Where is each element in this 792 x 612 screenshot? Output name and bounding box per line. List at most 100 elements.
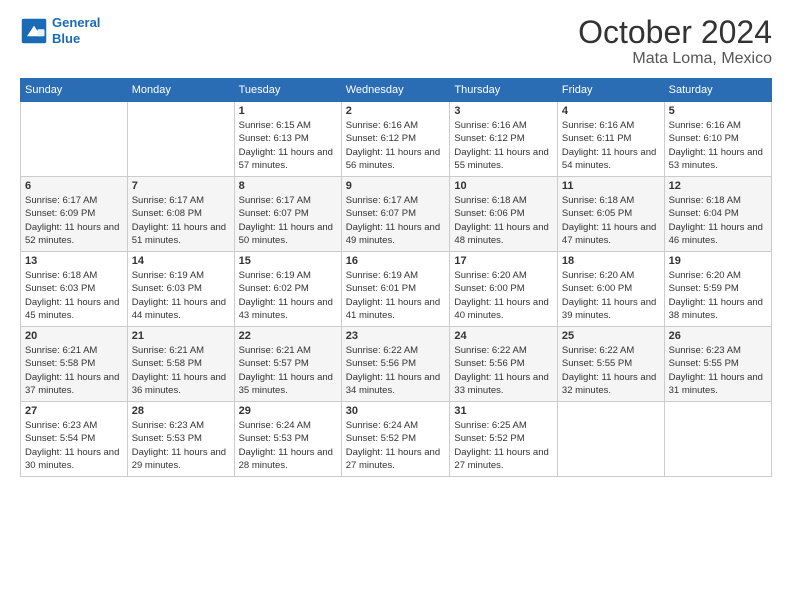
day-number: 15 bbox=[239, 255, 337, 267]
day-number: 3 bbox=[454, 105, 553, 117]
calendar-week-row: 20Sunrise: 6:21 AM Sunset: 5:58 PM Dayli… bbox=[21, 327, 772, 402]
calendar-cell: 6Sunrise: 6:17 AM Sunset: 6:09 PM Daylig… bbox=[21, 177, 128, 252]
day-number: 24 bbox=[454, 330, 553, 342]
day-info: Sunrise: 6:17 AM Sunset: 6:07 PM Dayligh… bbox=[239, 194, 337, 247]
logo-line1: General bbox=[52, 15, 100, 30]
logo-line2: Blue bbox=[52, 31, 80, 46]
calendar-cell: 23Sunrise: 6:22 AM Sunset: 5:56 PM Dayli… bbox=[341, 327, 450, 402]
calendar-cell: 3 Sunrise: 6:16 AM Sunset: 6:12 PM Daylig… bbox=[450, 102, 558, 177]
day-number: 17 bbox=[454, 255, 553, 267]
day-info: Sunrise: 6:24 AM Sunset: 5:53 PM Dayligh… bbox=[239, 419, 337, 472]
calendar-day-header: Sunday bbox=[21, 79, 128, 102]
day-info: Sunrise: 6:21 AM Sunset: 5:58 PM Dayligh… bbox=[25, 344, 123, 397]
calendar-cell bbox=[127, 102, 234, 177]
calendar-cell: 28 Sunrise: 6:23 AM Sunset: 5:53 PM Dayli… bbox=[127, 402, 234, 477]
day-number: 11 bbox=[562, 180, 660, 192]
title-block: October 2024 Mata Loma, Mexico bbox=[578, 15, 772, 68]
day-number: 30 bbox=[346, 405, 446, 417]
calendar-cell: 13Sunrise: 6:18 AM Sunset: 6:03 PM Dayli… bbox=[21, 252, 128, 327]
day-number: 19 bbox=[669, 255, 767, 267]
day-number: 29 bbox=[239, 405, 337, 417]
day-info: Sunrise: 6:16 AM Sunset: 6:12 PM Dayligh… bbox=[346, 119, 446, 172]
calendar-week-row: 1 Sunrise: 6:15 AM Sunset: 6:13 PM Daylig… bbox=[21, 102, 772, 177]
day-number: 13 bbox=[25, 255, 123, 267]
calendar-day-header: Tuesday bbox=[234, 79, 341, 102]
day-number: 4 bbox=[562, 105, 660, 117]
day-info: Sunrise: 6:20 AM Sunset: 6:00 PM Dayligh… bbox=[454, 269, 553, 322]
day-number: 21 bbox=[132, 330, 230, 342]
day-info: Sunrise: 6:23 AM Sunset: 5:54 PM Dayligh… bbox=[25, 419, 123, 472]
calendar-cell bbox=[21, 102, 128, 177]
logo-icon bbox=[20, 17, 48, 45]
calendar-cell bbox=[557, 402, 664, 477]
calendar-cell: 14 Sunrise: 6:19 AM Sunset: 6:03 PM Dayli… bbox=[127, 252, 234, 327]
day-number: 7 bbox=[132, 180, 230, 192]
day-info: Sunrise: 6:21 AM Sunset: 5:57 PM Dayligh… bbox=[239, 344, 337, 397]
calendar-cell: 7Sunrise: 6:17 AM Sunset: 6:08 PM Daylig… bbox=[127, 177, 234, 252]
main-title: October 2024 bbox=[578, 15, 772, 50]
calendar: SundayMondayTuesdayWednesdayThursdayFrid… bbox=[20, 78, 772, 477]
day-info: Sunrise: 6:22 AM Sunset: 5:55 PM Dayligh… bbox=[562, 344, 660, 397]
calendar-day-header: Wednesday bbox=[341, 79, 450, 102]
calendar-week-row: 27 Sunrise: 6:23 AM Sunset: 5:54 PM Dayli… bbox=[21, 402, 772, 477]
day-info: Sunrise: 6:22 AM Sunset: 5:56 PM Dayligh… bbox=[346, 344, 446, 397]
calendar-week-row: 6Sunrise: 6:17 AM Sunset: 6:09 PM Daylig… bbox=[21, 177, 772, 252]
calendar-day-header: Thursday bbox=[450, 79, 558, 102]
day-number: 26 bbox=[669, 330, 767, 342]
calendar-cell: 19 Sunrise: 6:20 AM Sunset: 5:59 PM Dayli… bbox=[664, 252, 771, 327]
calendar-cell: 22 Sunrise: 6:21 AM Sunset: 5:57 PM Dayli… bbox=[234, 327, 341, 402]
day-info: Sunrise: 6:18 AM Sunset: 6:05 PM Dayligh… bbox=[562, 194, 660, 247]
day-info: Sunrise: 6:18 AM Sunset: 6:06 PM Dayligh… bbox=[454, 194, 553, 247]
day-info: Sunrise: 6:16 AM Sunset: 6:12 PM Dayligh… bbox=[454, 119, 553, 172]
calendar-header: SundayMondayTuesdayWednesdayThursdayFrid… bbox=[21, 79, 772, 102]
calendar-day-header: Friday bbox=[557, 79, 664, 102]
calendar-cell: 16Sunrise: 6:19 AM Sunset: 6:01 PM Dayli… bbox=[341, 252, 450, 327]
day-number: 5 bbox=[669, 105, 767, 117]
day-number: 9 bbox=[346, 180, 446, 192]
calendar-cell bbox=[664, 402, 771, 477]
calendar-cell: 29 Sunrise: 6:24 AM Sunset: 5:53 PM Dayli… bbox=[234, 402, 341, 477]
day-info: Sunrise: 6:24 AM Sunset: 5:52 PM Dayligh… bbox=[346, 419, 446, 472]
calendar-cell: 30 Sunrise: 6:24 AM Sunset: 5:52 PM Dayli… bbox=[341, 402, 450, 477]
day-number: 27 bbox=[25, 405, 123, 417]
calendar-cell: 9 Sunrise: 6:17 AM Sunset: 6:07 PM Daylig… bbox=[341, 177, 450, 252]
calendar-cell: 12Sunrise: 6:18 AM Sunset: 6:04 PM Dayli… bbox=[664, 177, 771, 252]
calendar-cell: 15 Sunrise: 6:19 AM Sunset: 6:02 PM Dayli… bbox=[234, 252, 341, 327]
calendar-week-row: 13Sunrise: 6:18 AM Sunset: 6:03 PM Dayli… bbox=[21, 252, 772, 327]
day-info: Sunrise: 6:19 AM Sunset: 6:02 PM Dayligh… bbox=[239, 269, 337, 322]
day-info: Sunrise: 6:15 AM Sunset: 6:13 PM Dayligh… bbox=[239, 119, 337, 172]
day-info: Sunrise: 6:17 AM Sunset: 6:09 PM Dayligh… bbox=[25, 194, 123, 247]
calendar-cell: 25Sunrise: 6:22 AM Sunset: 5:55 PM Dayli… bbox=[557, 327, 664, 402]
calendar-cell: 20Sunrise: 6:21 AM Sunset: 5:58 PM Dayli… bbox=[21, 327, 128, 402]
day-number: 10 bbox=[454, 180, 553, 192]
calendar-day-header: Monday bbox=[127, 79, 234, 102]
day-number: 31 bbox=[454, 405, 553, 417]
calendar-day-header: Saturday bbox=[664, 79, 771, 102]
calendar-cell: 21 Sunrise: 6:21 AM Sunset: 5:58 PM Dayli… bbox=[127, 327, 234, 402]
calendar-cell: 11 Sunrise: 6:18 AM Sunset: 6:05 PM Dayli… bbox=[557, 177, 664, 252]
day-number: 12 bbox=[669, 180, 767, 192]
day-info: Sunrise: 6:25 AM Sunset: 5:52 PM Dayligh… bbox=[454, 419, 553, 472]
day-number: 14 bbox=[132, 255, 230, 267]
day-info: Sunrise: 6:21 AM Sunset: 5:58 PM Dayligh… bbox=[132, 344, 230, 397]
day-info: Sunrise: 6:23 AM Sunset: 5:53 PM Dayligh… bbox=[132, 419, 230, 472]
calendar-cell: 31 Sunrise: 6:25 AM Sunset: 5:52 PM Dayli… bbox=[450, 402, 558, 477]
logo-text: General Blue bbox=[52, 15, 100, 46]
day-info: Sunrise: 6:19 AM Sunset: 6:01 PM Dayligh… bbox=[346, 269, 446, 322]
calendar-cell: 2Sunrise: 6:16 AM Sunset: 6:12 PM Daylig… bbox=[341, 102, 450, 177]
day-number: 22 bbox=[239, 330, 337, 342]
day-number: 1 bbox=[239, 105, 337, 117]
calendar-cell: 4Sunrise: 6:16 AM Sunset: 6:11 PM Daylig… bbox=[557, 102, 664, 177]
day-info: Sunrise: 6:20 AM Sunset: 5:59 PM Dayligh… bbox=[669, 269, 767, 322]
logo: General Blue bbox=[20, 15, 100, 46]
day-info: Sunrise: 6:17 AM Sunset: 6:07 PM Dayligh… bbox=[346, 194, 446, 247]
calendar-cell: 1 Sunrise: 6:15 AM Sunset: 6:13 PM Daylig… bbox=[234, 102, 341, 177]
calendar-cell: 10 Sunrise: 6:18 AM Sunset: 6:06 PM Dayli… bbox=[450, 177, 558, 252]
page: General Blue October 2024 Mata Loma, Mex… bbox=[0, 0, 792, 612]
calendar-cell: 17 Sunrise: 6:20 AM Sunset: 6:00 PM Dayli… bbox=[450, 252, 558, 327]
day-number: 8 bbox=[239, 180, 337, 192]
day-info: Sunrise: 6:16 AM Sunset: 6:10 PM Dayligh… bbox=[669, 119, 767, 172]
day-info: Sunrise: 6:19 AM Sunset: 6:03 PM Dayligh… bbox=[132, 269, 230, 322]
day-number: 28 bbox=[132, 405, 230, 417]
day-info: Sunrise: 6:22 AM Sunset: 5:56 PM Dayligh… bbox=[454, 344, 553, 397]
